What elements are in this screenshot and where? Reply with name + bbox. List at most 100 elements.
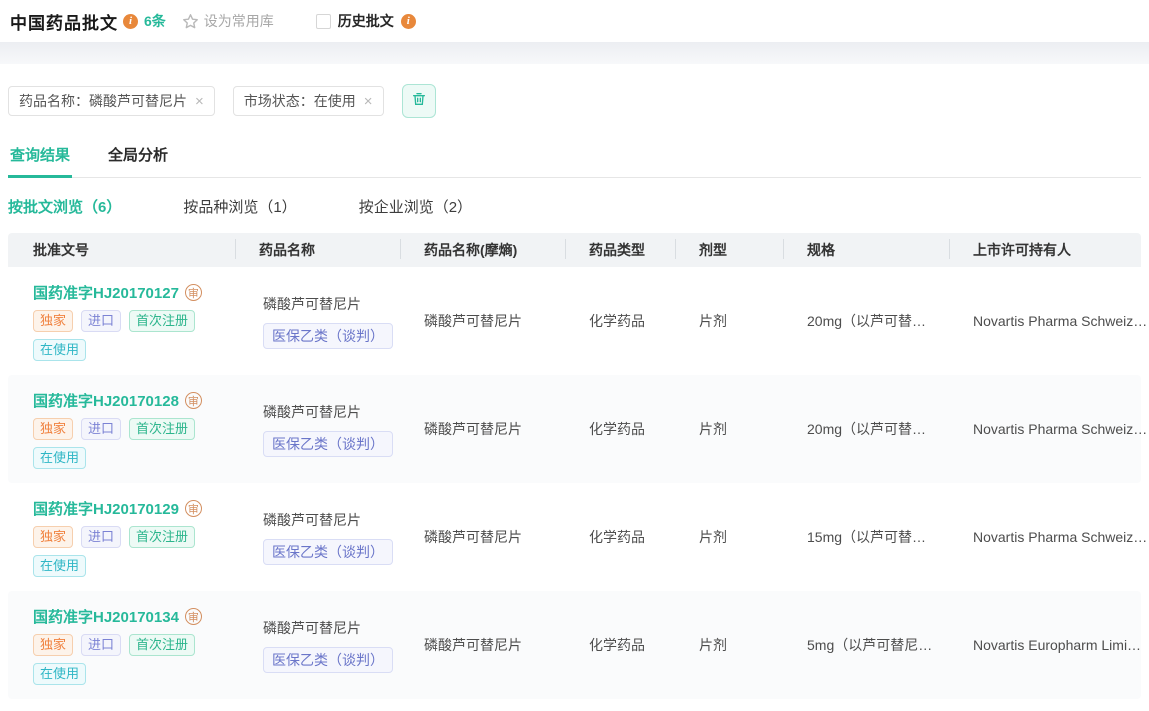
- badge-exclusive: 独家: [33, 634, 73, 656]
- approval-cell: 国药准字HJ20170127 审 独家 进口 首次注册 在使用: [8, 267, 235, 375]
- browse-subtabs: 按批文浏览（6） 按品种浏览（1） 按企业浏览（2）: [8, 196, 1141, 217]
- table-header: 批准文号 药品名称 药品名称(摩熵) 药品类型 剂型 规格 上市许可持有人: [8, 233, 1141, 267]
- filter-tag-market-status: 市场状态：在使用 ×: [233, 86, 384, 116]
- spec-cell: 20mg（以芦可替…: [783, 419, 949, 439]
- dosage-form-cell: 片剂: [675, 311, 783, 331]
- history-label: 历史批文: [338, 11, 394, 31]
- top-bar: 中国药品批文 i 6条 设为常用库 历史批文 i: [0, 0, 1149, 42]
- approval-cell: 国药准字HJ20170133 审 独家 进口 首次注册 在使用: [8, 699, 235, 711]
- col-holder: 上市许可持有人: [949, 240, 1149, 260]
- review-icon[interactable]: 审: [185, 608, 202, 625]
- holder-cell: Novartis Pharma Schweiz…: [949, 421, 1149, 437]
- separator-band: [0, 42, 1149, 64]
- badge-in-use: 在使用: [33, 663, 86, 685]
- set-favorite-button[interactable]: 设为常用库: [182, 11, 274, 31]
- approval-number-link[interactable]: 国药准字HJ20170127: [33, 282, 179, 303]
- set-favorite-label: 设为常用库: [204, 11, 274, 31]
- drug-type-cell: 化学药品: [565, 419, 675, 439]
- review-icon[interactable]: 审: [185, 284, 202, 301]
- col-approval-number: 批准文号: [8, 240, 235, 260]
- subtab-by-approval[interactable]: 按批文浏览（6）: [8, 196, 121, 217]
- filter-tag-label: 药品名称：磷酸芦可替尼片: [19, 91, 187, 111]
- drug-name: 磷酸芦可替尼片: [263, 294, 361, 314]
- drug-name-cell: 磷酸芦可替尼片 医保乙类（谈判）: [235, 618, 400, 673]
- approval-number-link[interactable]: 国药准字HJ20170134: [33, 606, 179, 627]
- approval-number-line: 国药准字HJ20170128 审: [33, 390, 202, 411]
- spec-cell: 15mg（以芦可替…: [783, 527, 949, 547]
- badge-import: 进口: [81, 634, 121, 656]
- badges-line: 独家 进口 首次注册: [33, 418, 195, 440]
- badge-exclusive: 独家: [33, 310, 73, 332]
- table-row: 国药准字HJ20170134 审 独家 进口 首次注册 在使用 磷酸芦可替尼片 …: [8, 591, 1141, 699]
- approval-number-line: 国药准字HJ20170127 审: [33, 282, 202, 303]
- badge-import: 进口: [81, 310, 121, 332]
- history-approvals-toggle: 历史批文 i: [316, 11, 416, 31]
- remove-filter-icon[interactable]: ×: [195, 94, 204, 109]
- col-spec: 规格: [783, 240, 949, 260]
- badge-exclusive: 独家: [33, 418, 73, 440]
- badge-first-registration: 首次注册: [129, 418, 195, 440]
- history-info-icon[interactable]: i: [401, 14, 416, 29]
- badge-first-registration: 首次注册: [129, 526, 195, 548]
- table-row: 国药准字HJ20170133 审 独家 进口 首次注册 在使用 磷酸芦可替尼片 …: [8, 699, 1141, 711]
- result-count: 6条: [144, 11, 166, 31]
- approval-number-line: 国药准字HJ20170134 审: [33, 606, 202, 627]
- main-content: 药品名称：磷酸芦可替尼片 × 市场状态：在使用 × 查询结果 全局分析 按批文浏…: [0, 64, 1149, 711]
- approval-number-link[interactable]: 国药准字HJ20170128: [33, 390, 179, 411]
- col-drug-name-menet: 药品名称(摩熵): [400, 240, 565, 260]
- drug-name-menet-cell: 磷酸芦可替尼片: [400, 635, 565, 655]
- tab-global-analysis[interactable]: 全局分析: [106, 140, 170, 177]
- drug-name-menet-cell: 磷酸芦可替尼片: [400, 311, 565, 331]
- review-icon[interactable]: 审: [185, 392, 202, 409]
- remove-filter-icon[interactable]: ×: [364, 94, 373, 109]
- dosage-form-cell: 片剂: [675, 635, 783, 655]
- history-checkbox[interactable]: [316, 14, 331, 29]
- table-row: 国药准字HJ20170129 审 独家 进口 首次注册 在使用 磷酸芦可替尼片 …: [8, 483, 1141, 591]
- star-icon: [182, 13, 199, 30]
- badges-line: 独家 进口 首次注册: [33, 526, 195, 548]
- spec-cell: 20mg（以芦可替…: [783, 311, 949, 331]
- drug-name: 磷酸芦可替尼片: [263, 618, 361, 638]
- clear-all-filters-button[interactable]: [402, 84, 436, 118]
- drug-name-cell: 磷酸芦可替尼片 医保乙类（谈判）: [235, 294, 400, 349]
- filter-tag-label: 市场状态：在使用: [244, 91, 356, 111]
- approvals-table: 批准文号 药品名称 药品名称(摩熵) 药品类型 剂型 规格 上市许可持有人 国药…: [8, 233, 1141, 711]
- title-info-icon[interactable]: i: [123, 14, 138, 29]
- drug-type-cell: 化学药品: [565, 635, 675, 655]
- result-tabs: 查询结果 全局分析: [8, 140, 1141, 178]
- dosage-form-cell: 片剂: [675, 527, 783, 547]
- badge-exclusive: 独家: [33, 526, 73, 548]
- approval-number-line: 国药准字HJ20170129 审: [33, 498, 202, 519]
- insurance-tag: 医保乙类（谈判）: [263, 539, 393, 565]
- col-drug-type: 药品类型: [565, 240, 675, 260]
- drug-name: 磷酸芦可替尼片: [263, 402, 361, 422]
- drug-name-cell: 磷酸芦可替尼片 医保乙类（谈判）: [235, 510, 400, 565]
- approval-cell: 国药准字HJ20170128 审 独家 进口 首次注册 在使用: [8, 375, 235, 483]
- tab-query-results[interactable]: 查询结果: [8, 140, 72, 178]
- trash-icon: [411, 91, 427, 112]
- badge-in-use: 在使用: [33, 339, 86, 361]
- holder-cell: Novartis Pharma Schweiz…: [949, 313, 1149, 329]
- approval-number-link[interactable]: 国药准字HJ20170129: [33, 498, 179, 519]
- insurance-tag: 医保乙类（谈判）: [263, 431, 393, 457]
- badge-in-use: 在使用: [33, 447, 86, 469]
- badge-in-use: 在使用: [33, 555, 86, 577]
- approval-cell: 国药准字HJ20170134 审 独家 进口 首次注册 在使用: [8, 591, 235, 699]
- subtab-by-variety[interactable]: 按品种浏览（1）: [183, 196, 296, 217]
- badges-line: 独家 进口 首次注册: [33, 310, 195, 332]
- badges-line: 独家 进口 首次注册: [33, 634, 195, 656]
- holder-cell: Novartis Europharm Limi…: [949, 637, 1149, 653]
- table-row: 国药准字HJ20170128 审 独家 进口 首次注册 在使用 磷酸芦可替尼片 …: [8, 375, 1141, 483]
- drug-type-cell: 化学药品: [565, 311, 675, 331]
- review-icon[interactable]: 审: [185, 500, 202, 517]
- drug-name-cell: 磷酸芦可替尼片 医保乙类（谈判）: [235, 402, 400, 457]
- drug-type-cell: 化学药品: [565, 527, 675, 547]
- holder-cell: Novartis Pharma Schweiz…: [949, 529, 1149, 545]
- subtab-by-enterprise[interactable]: 按企业浏览（2）: [359, 196, 472, 217]
- drug-name-menet-cell: 磷酸芦可替尼片: [400, 527, 565, 547]
- badge-first-registration: 首次注册: [129, 634, 195, 656]
- filter-tag-drug-name: 药品名称：磷酸芦可替尼片 ×: [8, 86, 215, 116]
- page-title: 中国药品批文: [10, 9, 118, 34]
- badge-first-registration: 首次注册: [129, 310, 195, 332]
- col-drug-name: 药品名称: [235, 240, 400, 260]
